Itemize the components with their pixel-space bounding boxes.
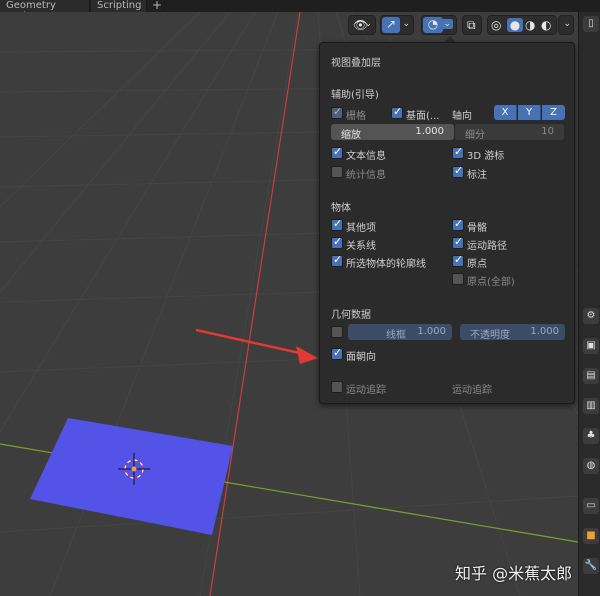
grid-scale-value: 1.000 (415, 126, 444, 137)
origins-all-checkbox[interactable] (452, 273, 464, 285)
watermark-text: 知乎 @米蕉太郎 (455, 564, 573, 583)
relationships-checkbox[interactable] (331, 235, 343, 249)
scene-tab-icon[interactable]: ♣ (583, 428, 599, 444)
solid-shading-icon[interactable]: ● (507, 18, 523, 32)
chevron-down-icon: ⌄ (402, 19, 410, 29)
render-tab-icon[interactable]: ▣ (583, 338, 599, 354)
workspace-tabbar: Geometry Nodes Scripting + (0, 0, 600, 22)
axes-label: 轴向 (452, 111, 472, 122)
objects-header: 物体 (331, 203, 351, 214)
statistics-checkbox[interactable] (331, 166, 343, 178)
tab-geometry-nodes[interactable]: Geometry Nodes (0, 0, 90, 22)
world-tab-icon[interactable]: ◍ (583, 458, 599, 474)
material-shading-icon[interactable]: ◑ (525, 18, 535, 32)
properties-tab-strip: ▯ ⚙ ▣ ▤ ▥ ♣ ◍ ▭ ■ 🔧 (578, 12, 600, 596)
visibility-dropdown[interactable]: 👁 ⌄ (348, 15, 376, 35)
overlay-title: 视图叠加层 (331, 58, 381, 69)
grid-subdivisions-slider[interactable]: 细分 10 (455, 124, 564, 141)
motion-tracking-dropdown[interactable]: 运动追踪 (452, 381, 492, 396)
grid-checkbox[interactable] (331, 105, 343, 119)
axis-y-toggle[interactable]: Y (518, 105, 541, 120)
gizmo-dropdown[interactable]: ↗ ⌄ (380, 15, 414, 35)
origins-label: 原点 (467, 259, 487, 270)
wireframe-checkbox[interactable] (331, 326, 343, 338)
tool-tab-icon[interactable]: ⚙ (583, 308, 599, 324)
chevron-down-icon: ⌄ (563, 19, 571, 29)
extras-checkbox[interactable] (331, 217, 343, 231)
bones-label: 骨骼 (467, 223, 487, 234)
overlay-icon: ◔ (423, 17, 443, 33)
grid-scale-slider[interactable]: 缩放 1.000 (331, 124, 454, 141)
annotations-checkbox[interactable] (452, 164, 464, 178)
wireframe-label: 线框 (386, 330, 406, 341)
3d-cursor-checkbox[interactable] (452, 145, 464, 159)
outline-selected-checkbox[interactable] (331, 253, 343, 267)
motion-paths-label: 运动路径 (467, 241, 507, 252)
gizmo-icon: ↗ (382, 17, 400, 33)
guides-header: 辅助(引导) (331, 90, 379, 101)
grid-scale-label: 缩放 (341, 130, 361, 141)
chevron-down-icon: ⌄ (441, 19, 453, 29)
wireframe-value: 1.000 (417, 326, 446, 337)
axis-x-toggle[interactable]: X (494, 105, 517, 120)
wireframe-shading-icon[interactable]: ◎ (491, 18, 501, 32)
3d-cursor-label: 3D 游标 (467, 151, 505, 162)
geometry-header: 几何数据 (331, 310, 371, 321)
motion-tracking-checkbox[interactable] (331, 381, 343, 393)
rendered-shading-icon[interactable]: ◐ (541, 18, 551, 32)
tab-scripting[interactable]: Scripting (91, 0, 147, 12)
extras-label: 其他项 (346, 223, 376, 234)
output-tab-icon[interactable]: ▤ (583, 368, 599, 384)
floor-checkbox[interactable] (391, 105, 403, 119)
object-tab-icon[interactable]: ■ (583, 528, 599, 544)
opacity-label: 不透明度 (470, 330, 510, 341)
statistics-label: 统计信息 (346, 170, 386, 181)
floor-label: 基面(... (406, 111, 440, 122)
opacity-slider[interactable]: 不透明度 1.000 (460, 324, 565, 341)
origins-all-label: 原点(全部) (467, 277, 515, 288)
overlay-dropdown[interactable]: ◔ ⌄ (421, 15, 457, 35)
annotation-arrow-icon (195, 328, 318, 364)
motion-tracking-label: 运动追踪 (346, 385, 386, 396)
motion-paths-checkbox[interactable] (452, 235, 464, 249)
relationships-label: 关系线 (346, 241, 376, 252)
view-layer-tab-icon[interactable]: ▥ (583, 398, 599, 414)
x-axis-line (209, 12, 301, 596)
shading-options-dropdown[interactable]: ⌄ (558, 15, 574, 35)
grid-subdivisions-value: 10 (541, 126, 554, 137)
opacity-value: 1.000 (530, 326, 559, 337)
face-orientation-label: 面朝向 (346, 352, 376, 363)
text-info-checkbox[interactable] (331, 145, 343, 159)
grid-label: 栅格 (346, 111, 366, 122)
modifier-tab-icon[interactable]: 🔧 (583, 558, 599, 574)
annotations-label: 标注 (467, 170, 487, 181)
face-orientation-checkbox[interactable] (331, 346, 343, 360)
shading-mode-group: ◎ ● ◑ ◐ (487, 15, 557, 35)
plane-face-front[interactable] (30, 418, 233, 535)
bones-checkbox[interactable] (452, 217, 464, 231)
add-workspace-button[interactable]: + (149, 0, 165, 12)
collection-tab-icon[interactable]: ▭ (583, 498, 599, 514)
grid-subdivisions-label: 细分 (465, 130, 485, 141)
panel-toggle-icon[interactable]: ▯ (583, 16, 599, 32)
xray-toggle[interactable]: ⧉ (462, 15, 482, 35)
outline-selected-label: 所选物体的轮廓线 (346, 259, 426, 270)
origins-checkbox[interactable] (452, 253, 464, 267)
wireframe-slider[interactable]: 线框 1.000 (348, 324, 452, 341)
text-info-label: 文本信息 (346, 151, 386, 162)
chevron-down-icon: ⌄ (364, 19, 372, 29)
axis-z-toggle[interactable]: Z (542, 105, 565, 120)
xray-icon: ⧉ (467, 18, 476, 32)
